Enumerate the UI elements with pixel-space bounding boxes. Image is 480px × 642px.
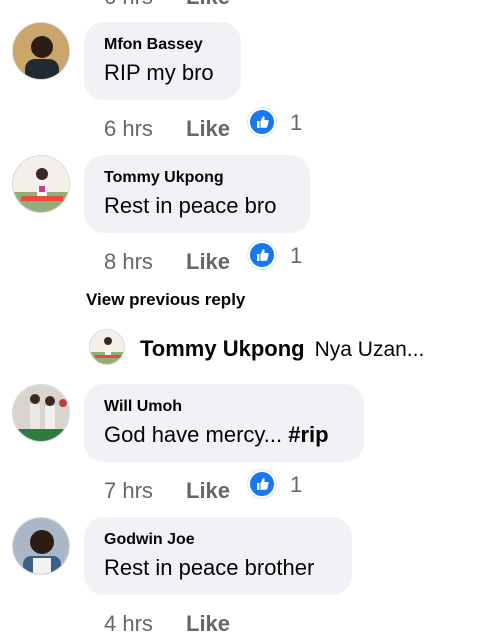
comment-bubble: Tommy Ukpong Rest in peace bro — [84, 155, 310, 233]
reply-author[interactable]: Tommy Ukpong — [140, 336, 305, 361]
avatar-photo — [13, 23, 69, 79]
avatar-photo — [90, 330, 124, 364]
reply-avatar[interactable] — [89, 329, 125, 365]
like-reaction-icon[interactable] — [248, 108, 276, 136]
comment-text: RIP my bro — [104, 60, 214, 85]
avatar-photo — [13, 385, 69, 441]
reaction-count[interactable]: 1 — [290, 472, 302, 498]
like-reaction-icon[interactable] — [248, 470, 276, 498]
reaction-count[interactable]: 1 — [290, 110, 302, 136]
avatar-photo — [13, 518, 69, 574]
comment-author[interactable]: Mfon Bassey — [104, 36, 221, 54]
partial-like-button[interactable]: Like — [186, 0, 230, 10]
like-reaction-icon[interactable] — [248, 241, 276, 269]
comment-time[interactable]: 6 hrs — [104, 116, 153, 142]
avatar[interactable] — [12, 517, 70, 575]
avatar-photo — [13, 156, 69, 212]
comment-text: Rest in peace brother — [104, 555, 315, 580]
reply-text: Nya Uzan... — [314, 338, 425, 361]
comment-bubble: Will Umoh God have mercy... #rip — [84, 384, 364, 462]
like-button[interactable]: Like — [186, 611, 230, 637]
comment-author[interactable]: Godwin Joe — [104, 531, 332, 549]
comment-author[interactable]: Will Umoh — [104, 398, 344, 416]
comment-text: Rest in peace bro — [104, 193, 277, 218]
comment-time[interactable]: 7 hrs — [104, 478, 153, 504]
comment-author[interactable]: Tommy Ukpong — [104, 169, 290, 187]
like-button[interactable]: Like — [186, 478, 230, 504]
like-button[interactable]: Like — [186, 249, 230, 275]
comment-bubble: Godwin Joe Rest in peace brother — [84, 517, 352, 595]
comment-time[interactable]: 8 hrs — [104, 249, 153, 275]
comment-text: God have mercy... #rip — [104, 422, 344, 448]
avatar[interactable] — [12, 384, 70, 442]
hashtag-link[interactable]: #rip — [288, 422, 328, 447]
avatar[interactable] — [12, 22, 70, 80]
comment-bubble: Mfon Bassey RIP my bro — [84, 22, 241, 100]
partial-time: 6 hrs — [104, 0, 153, 10]
avatar[interactable] — [12, 155, 70, 213]
like-button[interactable]: Like — [186, 116, 230, 142]
reply-preview[interactable]: Tommy Ukpong Nya Uzan... — [140, 336, 424, 362]
reaction-count[interactable]: 1 — [290, 243, 302, 269]
comment-time[interactable]: 4 hrs — [104, 611, 153, 637]
comment-text-body: God have mercy... — [104, 422, 289, 447]
view-previous-reply-link[interactable]: View previous reply — [86, 290, 245, 310]
